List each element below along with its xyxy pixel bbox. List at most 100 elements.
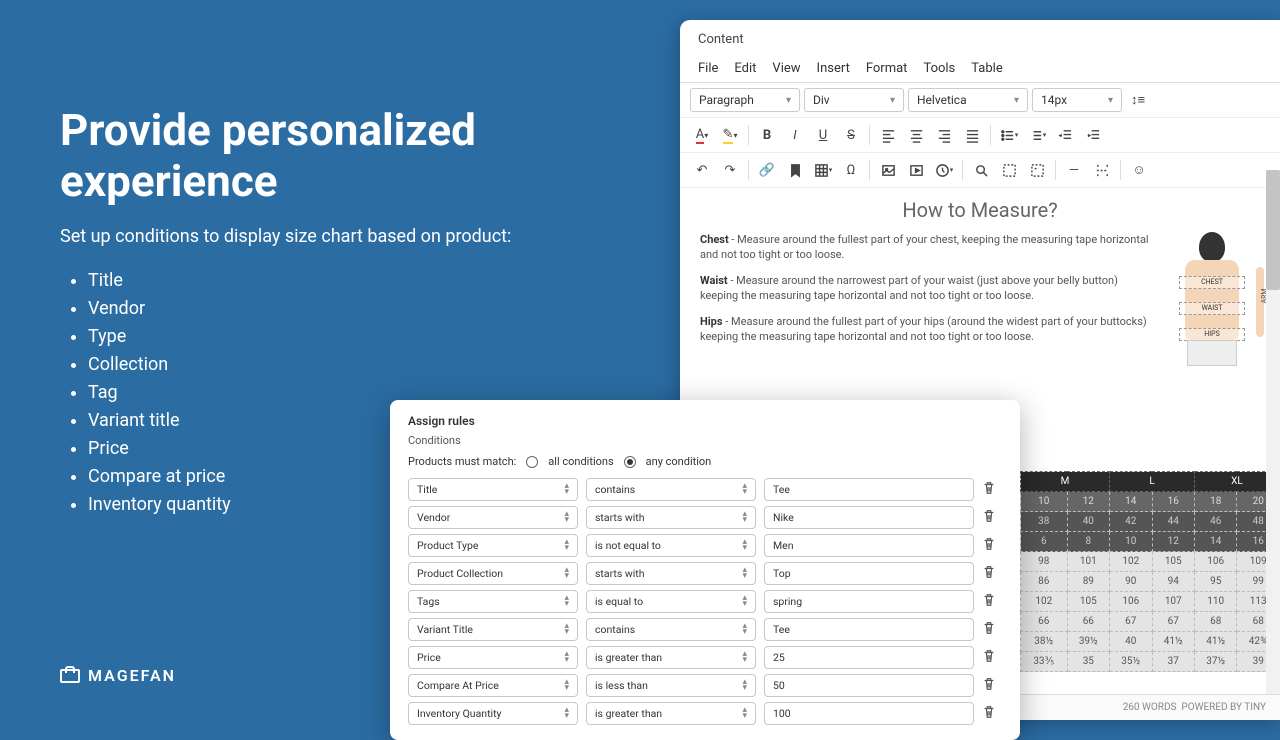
media-button[interactable] xyxy=(904,158,928,182)
rule-row: Title▴▾ contains▴▾ Tee xyxy=(408,478,1002,501)
size-cell: 66 xyxy=(1067,612,1109,632)
size-cell: 98 xyxy=(1021,552,1068,572)
special-char-button[interactable]: Ω xyxy=(839,158,863,182)
size-cell: 89 xyxy=(1067,572,1109,592)
redo-button[interactable]: ↷ xyxy=(718,158,742,182)
link-button[interactable]: 🔗 xyxy=(755,158,779,182)
block-format-select[interactable]: Paragraph▾ xyxy=(690,88,800,112)
scrollbar-thumb[interactable] xyxy=(1266,170,1280,290)
rule-operator-select[interactable]: starts with▴▾ xyxy=(586,562,756,585)
delete-rule-button[interactable] xyxy=(982,593,1000,611)
scrollbar-track[interactable] xyxy=(1266,170,1280,694)
wrapper-select[interactable]: Div▾ xyxy=(804,88,904,112)
hero-subtitle: Set up conditions to display size chart … xyxy=(60,224,580,249)
font-size-select[interactable]: 14px▾ xyxy=(1032,88,1122,112)
align-justify-button[interactable] xyxy=(960,123,984,147)
rule-row: Inventory Quantity▴▾ is greater than▴▾ 100 xyxy=(408,702,1002,725)
rule-value-input[interactable]: Nike xyxy=(764,506,974,529)
align-left-button[interactable] xyxy=(876,123,900,147)
delete-rule-button[interactable] xyxy=(982,621,1000,639)
menu-tools[interactable]: Tools xyxy=(923,61,955,76)
hero-bullet: Type xyxy=(88,323,580,351)
rule-value-input[interactable]: Tee xyxy=(764,478,974,501)
menu-insert[interactable]: Insert xyxy=(817,61,850,76)
size-cell: 90 xyxy=(1110,572,1152,592)
show-blocks-button[interactable] xyxy=(1025,158,1049,182)
menu-view[interactable]: View xyxy=(772,61,800,76)
rule-operator-select[interactable]: starts with▴▾ xyxy=(586,506,756,529)
size-cell: 101 xyxy=(1067,552,1109,572)
delete-rule-button[interactable] xyxy=(982,537,1000,555)
rule-value-input[interactable]: 50 xyxy=(764,674,974,697)
font-family-select[interactable]: Helvetica▾ xyxy=(908,88,1028,112)
number-list-button[interactable]: ▾ xyxy=(1025,123,1049,147)
line-height-button[interactable]: ↕≡ xyxy=(1126,88,1150,112)
rule-value-input[interactable]: Men xyxy=(764,534,974,557)
delete-rule-button[interactable] xyxy=(982,481,1000,499)
highlight-button[interactable]: ✎▾ xyxy=(718,123,742,147)
size-cell: 102 xyxy=(1021,592,1068,612)
delete-rule-button[interactable] xyxy=(982,677,1000,695)
rule-value-input[interactable]: Tee xyxy=(764,618,974,641)
delete-rule-button[interactable] xyxy=(982,565,1000,583)
delete-rule-button[interactable] xyxy=(982,509,1000,527)
outdent-button[interactable] xyxy=(1053,123,1077,147)
pagebreak-button[interactable] xyxy=(1090,158,1114,182)
image-button[interactable] xyxy=(876,158,900,182)
underline-button[interactable]: U xyxy=(811,123,835,147)
rule-operator-select[interactable]: is greater than▴▾ xyxy=(586,646,756,669)
size-cell: 106 xyxy=(1194,552,1236,572)
hr-button[interactable]: — xyxy=(1062,158,1086,182)
size-cell: 105 xyxy=(1067,592,1109,612)
rule-value-input[interactable]: spring xyxy=(764,590,974,613)
menu-format[interactable]: Format xyxy=(866,61,908,76)
rule-operator-select[interactable]: is equal to▴▾ xyxy=(586,590,756,613)
bookmark-button[interactable] xyxy=(783,158,807,182)
rule-field-select[interactable]: Vendor▴▾ xyxy=(408,506,578,529)
select-all-button[interactable] xyxy=(997,158,1021,182)
editor-menubar: File Edit View Insert Format Tools Table xyxy=(680,55,1280,83)
rule-value-input[interactable]: Top xyxy=(764,562,974,585)
rule-value-input[interactable]: 100 xyxy=(764,702,974,725)
rule-operator-select[interactable]: is less than▴▾ xyxy=(586,674,756,697)
rule-field-select[interactable]: Product Collection▴▾ xyxy=(408,562,578,585)
rule-field-select[interactable]: Inventory Quantity▴▾ xyxy=(408,702,578,725)
align-center-button[interactable] xyxy=(904,123,928,147)
rule-field-select[interactable]: Compare At Price▴▾ xyxy=(408,674,578,697)
strike-button[interactable]: S xyxy=(839,123,863,147)
undo-button[interactable]: ↶ xyxy=(690,158,714,182)
measure-instructions: Chest - Measure around the fullest part … xyxy=(700,232,1151,402)
rule-operator-select[interactable]: is greater than▴▾ xyxy=(586,702,756,725)
table-button[interactable]: ▾ xyxy=(811,158,835,182)
bullet-list-button[interactable]: ▾ xyxy=(997,123,1021,147)
word-count: 260 WORDS xyxy=(1123,702,1177,713)
rule-row: Product Collection▴▾ starts with▴▾ Top xyxy=(408,562,1002,585)
text-color-button[interactable]: A▾ xyxy=(690,123,714,147)
delete-rule-button[interactable] xyxy=(982,649,1000,667)
indent-button[interactable] xyxy=(1081,123,1105,147)
rule-field-select[interactable]: Price▴▾ xyxy=(408,646,578,669)
menu-file[interactable]: File xyxy=(698,61,718,76)
rule-field-select[interactable]: Product Type▴▾ xyxy=(408,534,578,557)
rule-field-select[interactable]: Variant Title▴▾ xyxy=(408,618,578,641)
menu-edit[interactable]: Edit xyxy=(734,61,756,76)
rule-row: Compare At Price▴▾ is less than▴▾ 50 xyxy=(408,674,1002,697)
menu-table[interactable]: Table xyxy=(971,61,1002,76)
italic-button[interactable]: I xyxy=(783,123,807,147)
align-right-button[interactable] xyxy=(932,123,956,147)
rule-field-select[interactable]: Title▴▾ xyxy=(408,478,578,501)
rule-operator-select[interactable]: is not equal to▴▾ xyxy=(586,534,756,557)
rule-operator-select[interactable]: contains▴▾ xyxy=(586,618,756,641)
datetime-button[interactable]: ▾ xyxy=(932,158,956,182)
size-cell: 6 xyxy=(1021,532,1068,552)
rules-subtitle: Conditions xyxy=(408,434,1002,447)
search-button[interactable] xyxy=(969,158,993,182)
rule-field-select[interactable]: Tags▴▾ xyxy=(408,590,578,613)
radio-any-condition[interactable] xyxy=(624,456,636,468)
rule-operator-select[interactable]: contains▴▾ xyxy=(586,478,756,501)
doc-heading: How to Measure? xyxy=(700,198,1260,222)
bold-button[interactable]: B xyxy=(755,123,779,147)
rule-value-input[interactable]: 25 xyxy=(764,646,974,669)
radio-all-conditions[interactable] xyxy=(526,456,538,468)
emoji-button[interactable]: ☺ xyxy=(1127,158,1151,182)
